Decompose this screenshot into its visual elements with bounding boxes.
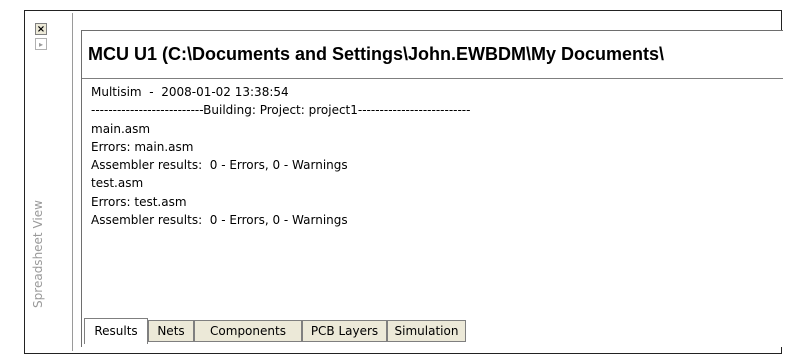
tab-nets[interactable]: Nets (148, 320, 194, 342)
spreadsheet-view-title: Spreadsheet View (31, 200, 45, 308)
results-log[interactable]: Multisim - 2008-01-02 13:38:54 ---------… (82, 79, 783, 229)
log-line: Assembler results: 0 - Errors, 0 - Warni… (91, 158, 348, 173)
tab-bar: Results Nets Components PCB Layers Simul… (82, 317, 783, 347)
pin-icon[interactable]: ▸ (35, 38, 47, 50)
tab-simulation[interactable]: Simulation (387, 320, 466, 342)
log-line: Errors: main.asm (91, 139, 194, 154)
results-panel: MCU U1 (C:\Documents and Settings\John.E… (81, 30, 783, 347)
log-line: Assembler results: 0 - Errors, 0 - Warni… (91, 213, 348, 228)
panel-title: MCU U1 (C:\Documents and Settings\John.E… (88, 44, 665, 64)
close-icon[interactable]: × (35, 23, 47, 35)
log-line: Multisim - 2008-01-02 13:38:54 (91, 85, 289, 99)
log-line: main.asm (91, 121, 151, 136)
log-line: --------------------------Building: Proj… (91, 103, 471, 118)
tab-components[interactable]: Components (194, 320, 302, 342)
log-line: Errors: test.asm (91, 194, 187, 209)
panel-title-bar: MCU U1 (C:\Documents and Settings\John.E… (82, 31, 783, 79)
tab-results[interactable]: Results (84, 318, 148, 344)
tab-pcb-layers[interactable]: PCB Layers (302, 320, 387, 342)
log-line: test.asm (91, 176, 144, 191)
